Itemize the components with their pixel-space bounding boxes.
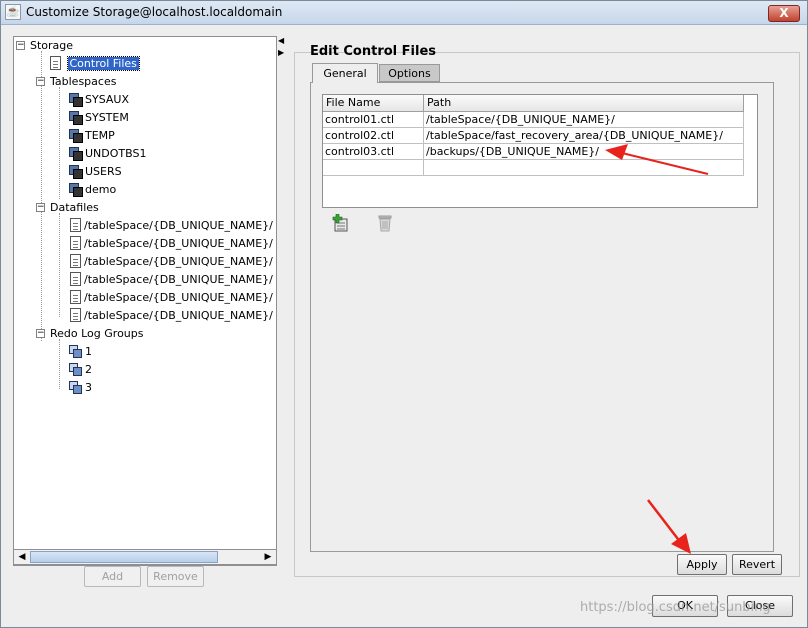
document-icon: [50, 56, 61, 70]
table-cell-path[interactable]: /backups/{DB_UNIQUE_NAME}/: [424, 144, 744, 160]
tree-node-label: Storage: [30, 39, 74, 52]
tree-node-label: /tableSpace/{DB_UNIQUE_NAME}/: [84, 237, 273, 250]
document-icon: [70, 218, 81, 232]
tree-node-label: /tableSpace/{DB_UNIQUE_NAME}/: [84, 291, 273, 304]
tablespace-icon: [68, 110, 83, 125]
tree-node-storage[interactable]: − Storage: [16, 37, 73, 55]
redo-log-icon: [68, 380, 82, 394]
tree-node-datafile[interactable]: /tableSpace/{DB_UNIQUE_NAME}/: [70, 235, 273, 253]
tab-options[interactable]: Options: [379, 64, 440, 82]
window-close-button[interactable]: X: [768, 5, 800, 22]
redo-log-icon: [68, 362, 82, 376]
tab-general[interactable]: General: [312, 63, 378, 83]
tree-node-tablespace[interactable]: TEMP: [68, 127, 115, 145]
tree-node-label: Control Files: [66, 56, 140, 71]
tree-node-label: /tableSpace/{DB_UNIQUE_NAME}/: [84, 273, 273, 286]
tree-node-label: demo: [85, 183, 117, 196]
storage-tree[interactable]: − Storage Control Files − Tablespaces SY…: [13, 36, 277, 566]
table-cell-file-name[interactable]: control02.ctl: [323, 128, 424, 144]
tree-node-tablespace[interactable]: USERS: [68, 163, 122, 181]
table-cell-file-name[interactable]: control03.ctl: [323, 144, 424, 160]
apply-button[interactable]: Apply: [677, 554, 727, 575]
column-header-file-name[interactable]: File Name: [323, 95, 424, 112]
tree-node-label: 1: [85, 345, 92, 358]
control-files-table[interactable]: File Name Path control01.ctl /tableSpace…: [322, 94, 758, 208]
tree-node-label: UNDOTBS1: [85, 147, 147, 160]
table-cell-path[interactable]: [424, 160, 744, 176]
splitter-expand-right-icon[interactable]: ▶: [278, 48, 284, 57]
tree-node-label: 2: [85, 363, 92, 376]
tree-node-label: Redo Log Groups: [50, 327, 144, 340]
revert-button[interactable]: Revert: [732, 554, 782, 575]
table-cell-path[interactable]: /tableSpace/fast_recovery_area/{DB_UNIQU…: [424, 128, 744, 144]
tree-guide-line: [59, 213, 60, 317]
tablespace-icon: [68, 182, 83, 197]
tree-node-redo-log-groups[interactable]: − Redo Log Groups: [36, 325, 144, 343]
document-icon: [70, 290, 81, 304]
tree-node-tablespace[interactable]: SYSTEM: [68, 109, 129, 127]
tree-node-datafiles[interactable]: − Datafiles: [36, 199, 99, 217]
splitter-collapse-left-icon[interactable]: ◀: [278, 36, 284, 45]
scroll-left-icon[interactable]: ◀: [14, 550, 30, 564]
tree-node-control-files[interactable]: Control Files: [50, 55, 140, 73]
remove-button[interactable]: Remove: [147, 566, 204, 587]
tree-node-label: USERS: [85, 165, 122, 178]
tree-node-redo-log-group[interactable]: 3: [68, 379, 92, 397]
java-icon: ☕: [5, 4, 21, 20]
tree-node-label: /tableSpace/{DB_UNIQUE_NAME}/: [84, 255, 273, 268]
redo-log-icon: [68, 344, 82, 358]
add-row-icon[interactable]: [332, 213, 350, 232]
tree-node-datafile[interactable]: /tableSpace/{DB_UNIQUE_NAME}/: [70, 217, 273, 235]
scrollbar-thumb[interactable]: [30, 551, 218, 563]
tree-node-label: Datafiles: [50, 201, 99, 214]
tree-node-label: /tableSpace/{DB_UNIQUE_NAME}/: [84, 309, 273, 322]
tree-node-datafile[interactable]: /tableSpace/{DB_UNIQUE_NAME}/: [70, 307, 273, 325]
tree-node-tablespace[interactable]: demo: [68, 181, 116, 199]
tree-horizontal-scrollbar[interactable]: ◀ ▶: [13, 549, 277, 565]
table-cell-file-name[interactable]: control01.ctl: [323, 112, 424, 128]
tablespace-icon: [68, 164, 83, 179]
scroll-right-icon[interactable]: ▶: [260, 550, 276, 564]
tree-guide-line: [59, 339, 60, 389]
tree-node-redo-log-group[interactable]: 1: [68, 343, 92, 361]
panel-title: Edit Control Files: [310, 44, 436, 59]
collapse-icon[interactable]: −: [36, 203, 45, 212]
add-button[interactable]: Add: [84, 566, 141, 587]
tree-node-label: Tablespaces: [50, 75, 117, 88]
table-cell-file-name[interactable]: [323, 160, 424, 176]
tablespace-icon: [68, 128, 83, 143]
watermark: https://blog.csdn.net/sunbing: [580, 600, 771, 615]
tree-guide-line: [41, 51, 42, 341]
document-icon: [70, 254, 81, 268]
tree-node-label: SYSAUX: [85, 93, 129, 106]
document-icon: [70, 236, 81, 250]
tablespace-icon: [68, 92, 83, 107]
trash-icon[interactable]: [377, 214, 393, 232]
tree-node-tablespace[interactable]: SYSAUX: [68, 91, 129, 109]
tree-guide-line: [59, 87, 60, 199]
document-icon: [70, 272, 81, 286]
tree-node-redo-log-group[interactable]: 2: [68, 361, 92, 379]
column-header-path[interactable]: Path: [424, 95, 744, 112]
tree-node-label: 3: [85, 381, 92, 394]
tree-node-datafile[interactable]: /tableSpace/{DB_UNIQUE_NAME}/: [70, 289, 273, 307]
table-cell-path[interactable]: /tableSpace/{DB_UNIQUE_NAME}/: [424, 112, 744, 128]
collapse-icon[interactable]: −: [36, 329, 45, 338]
tree-node-datafile[interactable]: /tableSpace/{DB_UNIQUE_NAME}/: [70, 253, 273, 271]
tree-node-label: TEMP: [85, 129, 115, 142]
split-pane-divider[interactable]: [278, 36, 286, 566]
tree-node-label: SYSTEM: [85, 111, 129, 124]
tree-node-datafile[interactable]: /tableSpace/{DB_UNIQUE_NAME}/: [70, 271, 273, 289]
tree-node-label: /tableSpace/{DB_UNIQUE_NAME}/: [84, 219, 273, 232]
document-icon: [70, 308, 81, 322]
tree-node-tablespaces[interactable]: − Tablespaces: [36, 73, 116, 91]
collapse-icon[interactable]: −: [16, 41, 25, 50]
tree-node-tablespace[interactable]: UNDOTBS1: [68, 145, 146, 163]
tablespace-icon: [68, 146, 83, 161]
collapse-icon[interactable]: −: [36, 77, 45, 86]
window-title: Customize Storage@localhost.localdomain: [26, 5, 283, 19]
